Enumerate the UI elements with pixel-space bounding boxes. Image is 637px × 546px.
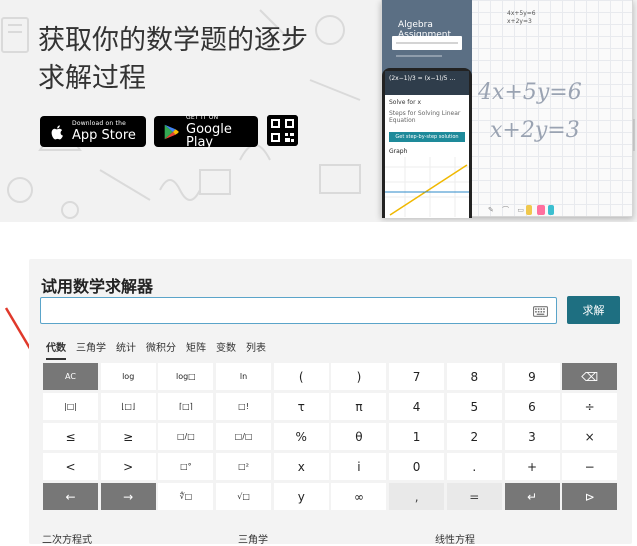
backspace-icon[interactable]: ⌫ [562,363,618,390]
phone-graph [385,157,469,217]
hero-title-line-2: 求解过程 [38,63,146,94]
key-i[interactable]: i [331,453,387,480]
key-decimal[interactable]: . [446,453,502,480]
tab-statistics[interactable]: 统计 [116,339,136,360]
google-play-badge[interactable]: GET IT ON Google Play [154,113,258,150]
key-close-paren[interactable]: ) [331,363,387,390]
category-tabs: 代数 三角学 统计 微积分 矩阵 变数 列表 [46,339,276,360]
tab-list[interactable]: 列表 [246,339,266,360]
google-play-small-text: GET IT ON [186,113,219,121]
phone-preview: (2x−1)/3 = (x−1)/5 … Solve for x Steps f… [382,68,472,218]
key-log-base[interactable]: log□ [158,363,214,390]
key-3[interactable]: 3 [504,423,560,450]
phone-equation-bar: (2x−1)/3 = (x−1)/5 … [385,71,469,95]
tab-variables[interactable]: 变数 [216,339,236,360]
math-solver-card: 试用数学求解器 求解 代数 三角学 统计 微积分 矩阵 变数 列表 AC log… [29,259,632,546]
key-square[interactable]: □² [216,453,272,480]
key-mixed-fraction[interactable]: □/□ [158,423,214,450]
key-ln[interactable]: ln [216,363,272,390]
key-0[interactable]: 0 [389,453,445,480]
key-greater-equal[interactable]: ≥ [100,423,156,450]
key-6[interactable]: 6 [504,393,560,420]
key-less-equal[interactable]: ≤ [43,423,98,450]
key-2[interactable]: 2 [446,423,502,450]
arrow-right-icon[interactable]: → [100,483,156,510]
qr-code-icon[interactable] [267,115,298,146]
key-square-root[interactable]: √□ [216,483,272,510]
key-8[interactable]: 8 [446,363,502,390]
assignment-equation [392,36,462,57]
key-x[interactable]: x [273,453,329,480]
app-store-badge[interactable]: Download on the App Store [40,116,146,147]
key-9[interactable]: 9 [504,363,560,390]
tab-algebra[interactable]: 代数 [46,339,66,360]
key-fraction[interactable]: □/□ [216,423,272,450]
key-equals[interactable]: = [446,483,502,510]
key-degree[interactable]: □° [158,453,214,480]
key-theta[interactable]: θ [331,423,387,450]
key-floor[interactable]: ⌊□⌋ [100,393,156,420]
key-tau[interactable]: τ [273,393,329,420]
key-infinity[interactable]: ∞ [331,483,387,510]
math-input[interactable] [40,297,557,324]
key-y[interactable]: y [273,483,329,510]
app-store-big-text: App Store [72,128,136,143]
key-4[interactable]: 4 [389,393,445,420]
key-percent[interactable]: % [273,423,329,450]
submit-arrow-icon[interactable]: ⊳ [562,483,618,510]
key-less-than[interactable]: < [43,453,98,480]
phone-solve-label: Solve for x [389,99,422,106]
google-play-big-text: Google Play [186,121,232,150]
key-minus[interactable]: − [562,453,618,480]
key-greater-than[interactable]: > [100,453,156,480]
tab-matrix[interactable]: 矩阵 [186,339,206,360]
app-store-small-text: Download on the [72,120,126,127]
key-comma[interactable]: , [389,483,445,510]
hero-title: 获取你的数学题的逐步 求解过程 [38,22,338,98]
handwritten-equation-2: x+2y=3 [490,118,580,143]
key-plus[interactable]: + [504,453,560,480]
phone-graph-label: Graph [389,148,408,155]
key-1[interactable]: 1 [389,423,445,450]
key-divide[interactable]: ÷ [562,393,618,420]
key-absolute[interactable]: |□| [43,393,98,420]
key-pi[interactable]: π [331,393,387,420]
hero-banner: 获取你的数学题的逐步 求解过程 Download on the App Stor… [0,0,637,222]
key-factorial[interactable]: □! [216,393,272,420]
yellow-pen-icon [526,205,532,215]
teal-pen-icon [548,205,554,215]
pink-pen-icon [537,205,545,215]
arrow-left-icon[interactable]: ← [43,483,98,510]
whiteboard-small-equations: 4x+5y=6 x+2y=3 [507,10,536,25]
phone-steps-label: Steps for Solving Linear Equation [389,110,461,124]
key-clear[interactable]: AC [43,363,98,390]
key-nth-root[interactable]: ∜□ [158,483,214,510]
apple-icon [51,124,63,139]
whiteboard-toolbar: ✎ ⌒ ▭ [488,206,527,214]
keyboard-icon[interactable] [533,306,548,317]
math-keypad: AC log log□ ln ( ) 7 8 9 ⌫ |□| ⌊□⌋ ⌈□⌉ □… [43,363,618,510]
handwritten-equation-1: 4x+5y=6 [478,80,582,105]
key-ceiling[interactable]: ⌈□⌉ [158,393,214,420]
key-log[interactable]: log [100,363,156,390]
key-multiply[interactable]: × [562,423,618,450]
enter-icon[interactable]: ↵ [504,483,560,510]
tab-calculus[interactable]: 微积分 [146,339,176,360]
google-play-icon [164,124,179,139]
solve-button[interactable]: 求解 [567,296,620,324]
key-5[interactable]: 5 [446,393,502,420]
hero-title-line-1: 获取你的数学题的逐步 [38,25,308,56]
key-open-paren[interactable]: ( [273,363,329,390]
solver-title: 试用数学求解器 [41,277,154,296]
tab-trigonometry[interactable]: 三角学 [76,339,106,360]
key-7[interactable]: 7 [389,363,445,390]
phone-step-button: Get step-by-step solution [389,132,465,142]
